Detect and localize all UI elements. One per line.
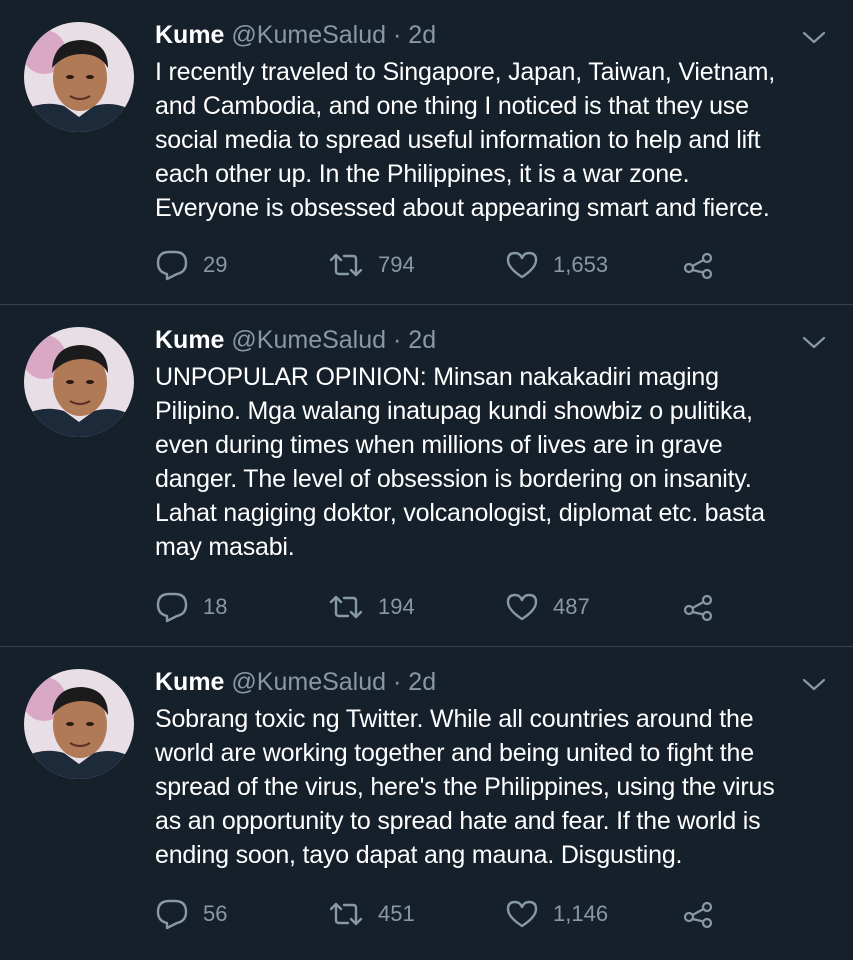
avatar[interactable] xyxy=(24,22,134,132)
tweet-text-line: may masabi. xyxy=(155,533,295,561)
tweet[interactable]: Kume @KumeSalud · 2d Sobrang toxic ng Tw… xyxy=(0,647,853,960)
tweet-actions: 18 194 487 xyxy=(155,589,725,625)
reply-count: 29 xyxy=(203,252,228,277)
timestamp[interactable]: 2d xyxy=(408,326,436,354)
retweet-icon xyxy=(329,253,363,277)
tweet-text-line: each other up. In the Philippines, it is… xyxy=(155,160,690,188)
tweet-text-line: social media to spread useful informatio… xyxy=(155,126,761,154)
reply-icon xyxy=(156,592,188,623)
author-handle[interactable]: @KumeSalud xyxy=(231,326,386,354)
share-icon xyxy=(683,252,713,280)
retweet-button[interactable]: 194 xyxy=(328,589,415,625)
timeline: Kume @KumeSalud · 2d I recently traveled… xyxy=(0,0,853,960)
tweet-text: I recently traveled to Singapore, Japan,… xyxy=(155,55,840,225)
reply-button[interactable]: 56 xyxy=(155,896,227,932)
like-button[interactable]: 487 xyxy=(505,589,590,625)
heart-icon xyxy=(506,900,538,928)
like-count: 487 xyxy=(553,594,590,619)
tweet-text-line: Sobrang toxic ng Twitter. While all coun… xyxy=(155,705,754,733)
tweet-actions: 29 794 1,653 xyxy=(155,247,725,283)
timestamp[interactable]: 2d xyxy=(408,668,436,696)
share-button[interactable] xyxy=(681,247,715,283)
tweet-text-line: as an opportunity to spread hate and fea… xyxy=(155,807,761,835)
tweet-text-line: danger. The level of obsession is border… xyxy=(155,465,752,493)
reply-count: 56 xyxy=(203,901,228,926)
timestamp[interactable]: 2d xyxy=(408,21,436,49)
tweet-text-line: spread of the virus, here's the Philippi… xyxy=(155,773,775,801)
heart-icon xyxy=(506,593,538,621)
share-icon xyxy=(683,594,713,622)
tweet-text-line: world are working together and being uni… xyxy=(155,739,754,767)
share-button[interactable] xyxy=(681,589,715,625)
tweet-text: UNPOPULAR OPINION: Minsan nakakadiri mag… xyxy=(155,360,840,564)
author-handle[interactable]: @KumeSalud xyxy=(231,21,386,49)
reply-button[interactable]: 18 xyxy=(155,589,227,625)
tweet-text-line: ending soon, tayo dapat ang mauna. Disgu… xyxy=(155,841,683,869)
tweet-header: Kume @KumeSalud · 2d xyxy=(155,20,436,50)
retweet-count: 194 xyxy=(378,594,415,619)
reply-count: 18 xyxy=(203,594,228,619)
chevron-down-icon[interactable] xyxy=(801,677,827,693)
like-button[interactable]: 1,146 xyxy=(505,896,608,932)
retweet-count: 794 xyxy=(378,252,415,277)
retweet-icon xyxy=(329,902,363,926)
tweet[interactable]: Kume @KumeSalud · 2d I recently traveled… xyxy=(0,0,853,305)
tweet-header: Kume @KumeSalud · 2d xyxy=(155,667,436,697)
tweet[interactable]: Kume @KumeSalud · 2d UNPOPULAR OPINION: … xyxy=(0,305,853,647)
heart-icon xyxy=(506,251,538,279)
retweet-button[interactable]: 794 xyxy=(328,247,415,283)
chevron-down-icon[interactable] xyxy=(801,30,827,46)
share-icon xyxy=(683,901,713,929)
tweet-text-line: Everyone is obsessed about appearing sma… xyxy=(155,194,770,222)
author-name[interactable]: Kume xyxy=(155,668,224,696)
retweet-button[interactable]: 451 xyxy=(328,896,415,932)
reply-icon xyxy=(156,250,188,281)
chevron-down-icon[interactable] xyxy=(801,335,827,351)
share-button[interactable] xyxy=(681,896,715,932)
retweet-count: 451 xyxy=(378,901,415,926)
avatar[interactable] xyxy=(24,327,134,437)
separator: · xyxy=(393,21,402,49)
tweet-text-line: even during times when millions of lives… xyxy=(155,431,723,459)
author-handle[interactable]: @KumeSalud xyxy=(231,668,386,696)
tweet-actions: 56 451 1,146 xyxy=(155,896,725,932)
author-name[interactable]: Kume xyxy=(155,326,224,354)
avatar[interactable] xyxy=(24,669,134,779)
tweet-text-line: and Cambodia, and one thing I noticed is… xyxy=(155,92,749,120)
separator: · xyxy=(393,668,402,696)
tweet-text-line: UNPOPULAR OPINION: Minsan nakakadiri mag… xyxy=(155,363,719,391)
tweet-text-line: I recently traveled to Singapore, Japan,… xyxy=(155,58,775,86)
tweet-text: Sobrang toxic ng Twitter. While all coun… xyxy=(155,702,840,872)
author-name[interactable]: Kume xyxy=(155,21,224,49)
reply-icon xyxy=(156,899,188,930)
reply-button[interactable]: 29 xyxy=(155,247,227,283)
tweet-text-line: Pilipino. Mga walang inatupag kundi show… xyxy=(155,397,753,425)
like-count: 1,653 xyxy=(553,252,609,277)
like-button[interactable]: 1,653 xyxy=(505,247,608,283)
tweet-header: Kume @KumeSalud · 2d xyxy=(155,325,436,355)
retweet-icon xyxy=(329,595,363,619)
like-count: 1,146 xyxy=(553,901,609,926)
separator: · xyxy=(393,326,402,354)
tweet-text-line: Lahat nagiging doktor, volcanologist, di… xyxy=(155,499,765,527)
